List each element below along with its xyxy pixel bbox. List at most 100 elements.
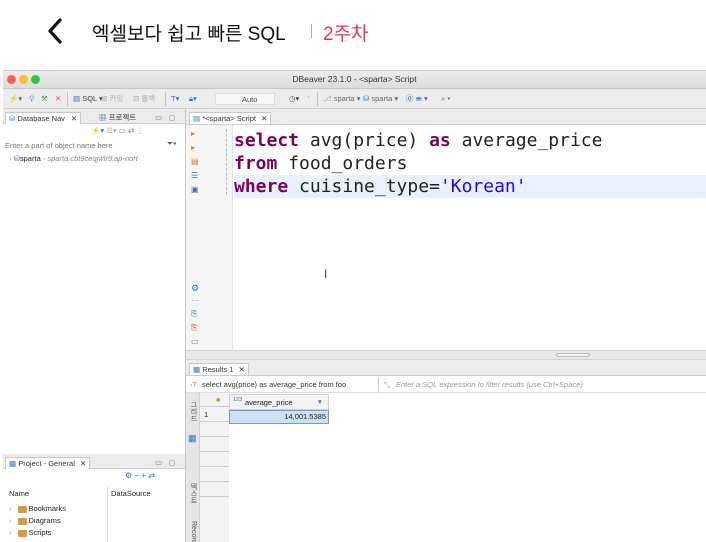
sql-editor-button[interactable]: ▤ SQL ▾ xyxy=(73,93,103,105)
sql-editor[interactable]: ▸ ▸̣ ▤ ☰ ▣ ⚙ ⋯ ⎘ ⎘ ▭ select avg(price) a… xyxy=(186,125,706,350)
sql-code[interactable]: select avg(price) as average_price from … xyxy=(234,129,706,198)
results-filter-input[interactable]: Enter a SQL expression to filter results… xyxy=(396,380,583,389)
history-icon[interactable]: ◷▾ xyxy=(289,93,299,105)
more-icon[interactable]: ⋮ xyxy=(136,126,144,135)
cancel-icon[interactable]: ✕ xyxy=(55,93,61,105)
sql-label: SQL xyxy=(82,94,97,103)
execute-statement-icon[interactable]: ▸ xyxy=(191,129,195,138)
filter-divider xyxy=(378,377,379,393)
project-folder-row[interactable]: › Scripts xyxy=(9,527,51,539)
column-divider xyxy=(107,487,108,542)
add-icon[interactable]: + xyxy=(141,471,146,480)
code-text: average_price xyxy=(450,130,603,151)
close-icon[interactable]: ✕ xyxy=(80,459,86,468)
project-toolbar: ⚙ − + ⇄ xyxy=(125,471,155,480)
row-divider xyxy=(200,406,229,407)
main-toolbar: ⚡▾ ⚲ ⚒ ✕ ▤ SQL ▾ ⊞ 커밋 ⊟ 롤백 T▾ 🔒︎▾ Auto ◷… xyxy=(3,89,706,109)
connect-icon[interactable]: ⚡▾ xyxy=(9,93,22,105)
tab-text[interactable]: 텍스트 xyxy=(187,483,199,507)
tab-grid-label: 그리드 xyxy=(190,401,197,422)
code-line: from food_orders xyxy=(234,152,706,175)
active-schema-select[interactable]: ⛁ sparta ▾ xyxy=(363,93,398,105)
maximize-icon[interactable]: ◻ xyxy=(169,112,175,124)
keyword: where xyxy=(234,176,289,197)
tab-project-general[interactable]: ▦ Project - General ✕ xyxy=(5,457,91,469)
expand-filter-icon[interactable]: ⤡ xyxy=(384,380,390,390)
project-folder-row[interactable]: › Bookmarks xyxy=(9,503,66,515)
code-line: select avg(price) as average_price xyxy=(234,129,706,152)
editor-tab-label: *<sparta> Script xyxy=(202,114,256,123)
title-divider xyxy=(311,24,312,38)
active-connection-select[interactable]: ⎇ sparta ▾ xyxy=(323,93,360,105)
tab-grid[interactable]: 그리드 xyxy=(187,401,199,425)
invalidate-icon[interactable]: ⚒ xyxy=(41,93,48,105)
console-icon[interactable]: ▣ xyxy=(191,185,199,194)
tab-results-1[interactable]: ▦ Results 1 ✕ xyxy=(189,363,249,375)
execute-script-icon[interactable]: ▸̣ xyxy=(191,143,195,152)
splitter-handle[interactable] xyxy=(556,353,590,357)
gear-icon[interactable]: ⚙ xyxy=(125,471,132,480)
results-side-panel: 그리드 ▦ 텍스트 Record ■ 1 xyxy=(186,393,229,542)
connection-tree-row[interactable]: › ⛁sparta - sparta.cbt9ceqjwlr9.ap-nort xyxy=(9,153,138,165)
project-folder-row[interactable]: › Diagrams xyxy=(9,515,61,527)
col-datasource-header: DataSource xyxy=(111,489,151,498)
folder-icon xyxy=(17,517,27,525)
grid-icon[interactable]: ▦ xyxy=(188,433,197,444)
column-type: 123 xyxy=(233,397,243,403)
expand-icon[interactable]: › xyxy=(9,154,12,163)
tab-sparta-script[interactable]: ▤ *<sparta> Script ✕ xyxy=(189,112,272,124)
commit-label: 커밋 xyxy=(109,94,124,103)
close-icon[interactable]: ✕ xyxy=(239,365,245,374)
commit-button[interactable]: ⊞ 커밋 xyxy=(101,93,123,105)
sql-icon: ›T xyxy=(190,380,198,389)
chevron-left-icon[interactable] xyxy=(42,16,70,46)
folder-label: Diagrams xyxy=(28,516,61,525)
cell-average-price[interactable]: 14,001.5385 xyxy=(229,410,329,424)
file-icon[interactable]: ▭ xyxy=(191,337,199,346)
disconnect-icon[interactable]: ⚲ xyxy=(29,93,35,105)
rollback-button[interactable]: ⊟ 롤백 xyxy=(133,93,155,105)
course-header: 엑셀보다 쉽고 빠른 SQL 2주차 xyxy=(0,0,706,70)
code-text: cuisine_type= xyxy=(288,176,440,197)
results-filter-bar: ›T select avg(price) as average_price fr… xyxy=(186,377,706,393)
close-icon[interactable]: ✕ xyxy=(261,114,267,123)
link-icon[interactable]: ⇄ xyxy=(148,471,155,480)
tab-record[interactable]: Record xyxy=(187,521,199,542)
sort-icon[interactable]: ▾ xyxy=(318,397,322,406)
keyword: select xyxy=(234,130,300,151)
connection-1-label: sparta xyxy=(333,94,355,103)
clear-history-icon[interactable]: ᐩ xyxy=(307,93,310,105)
new-connection-icon[interactable]: ⚡▾ xyxy=(91,126,104,135)
link-icon[interactable]: ⇄ xyxy=(128,126,134,135)
collapse-all-icon[interactable]: − xyxy=(134,471,139,480)
lock-icon[interactable]: 🔒︎▾ xyxy=(189,93,197,105)
navigator-filter-input[interactable] xyxy=(5,139,167,152)
minimize-icon[interactable]: ▭ xyxy=(155,112,162,124)
filter-config-icon[interactable]: ☰▾ xyxy=(106,126,117,135)
maximize-icon[interactable]: ◻ xyxy=(169,457,175,469)
folder-icon xyxy=(17,529,27,537)
transaction-mode-select[interactable]: Auto xyxy=(215,93,275,105)
close-icon[interactable]: ✕ xyxy=(71,114,77,123)
navigator-toolbar: ⚡▾ ☰▾ ▭ ⇄ ⋮ xyxy=(91,126,144,135)
export-icon[interactable]: ⎘ xyxy=(191,309,197,319)
more-icon[interactable]: ⋯ xyxy=(191,296,199,305)
editor-results-splitter[interactable] xyxy=(186,350,706,360)
results-query-text: select avg(price) as average_price from … xyxy=(202,380,347,389)
minimize-icon[interactable]: ▭ xyxy=(155,457,162,469)
search-icon[interactable]: ⌕ ▾ xyxy=(441,93,450,105)
fold-guide xyxy=(226,129,227,195)
column-header-average-price[interactable]: 123 average_price ▾ xyxy=(229,394,329,410)
filter-icon[interactable]: ⏷▾ xyxy=(167,139,177,149)
tab-project[interactable]: ▦ 프로젝트 xyxy=(99,112,136,124)
project-tabbar: ▦ Project - General ✕ ▭ ◻ xyxy=(3,454,185,469)
tab-database-navigator[interactable]: ⛁ Database Nav ✕ xyxy=(5,112,82,124)
delete-icon[interactable]: ⎘ xyxy=(191,323,197,333)
execute-new-tab-icon[interactable]: ▤ xyxy=(191,157,199,166)
rollback-label: 롤백 xyxy=(141,94,156,103)
pg-icon[interactable]: ⓪ ⛂ ▾ xyxy=(406,93,428,105)
collapse-icon[interactable]: ▭ xyxy=(119,126,126,135)
explain-plan-icon[interactable]: ☰ xyxy=(191,171,198,180)
gear-icon[interactable]: ⚙ xyxy=(191,283,199,294)
transaction-mode-icon[interactable]: T▾ xyxy=(171,93,179,105)
